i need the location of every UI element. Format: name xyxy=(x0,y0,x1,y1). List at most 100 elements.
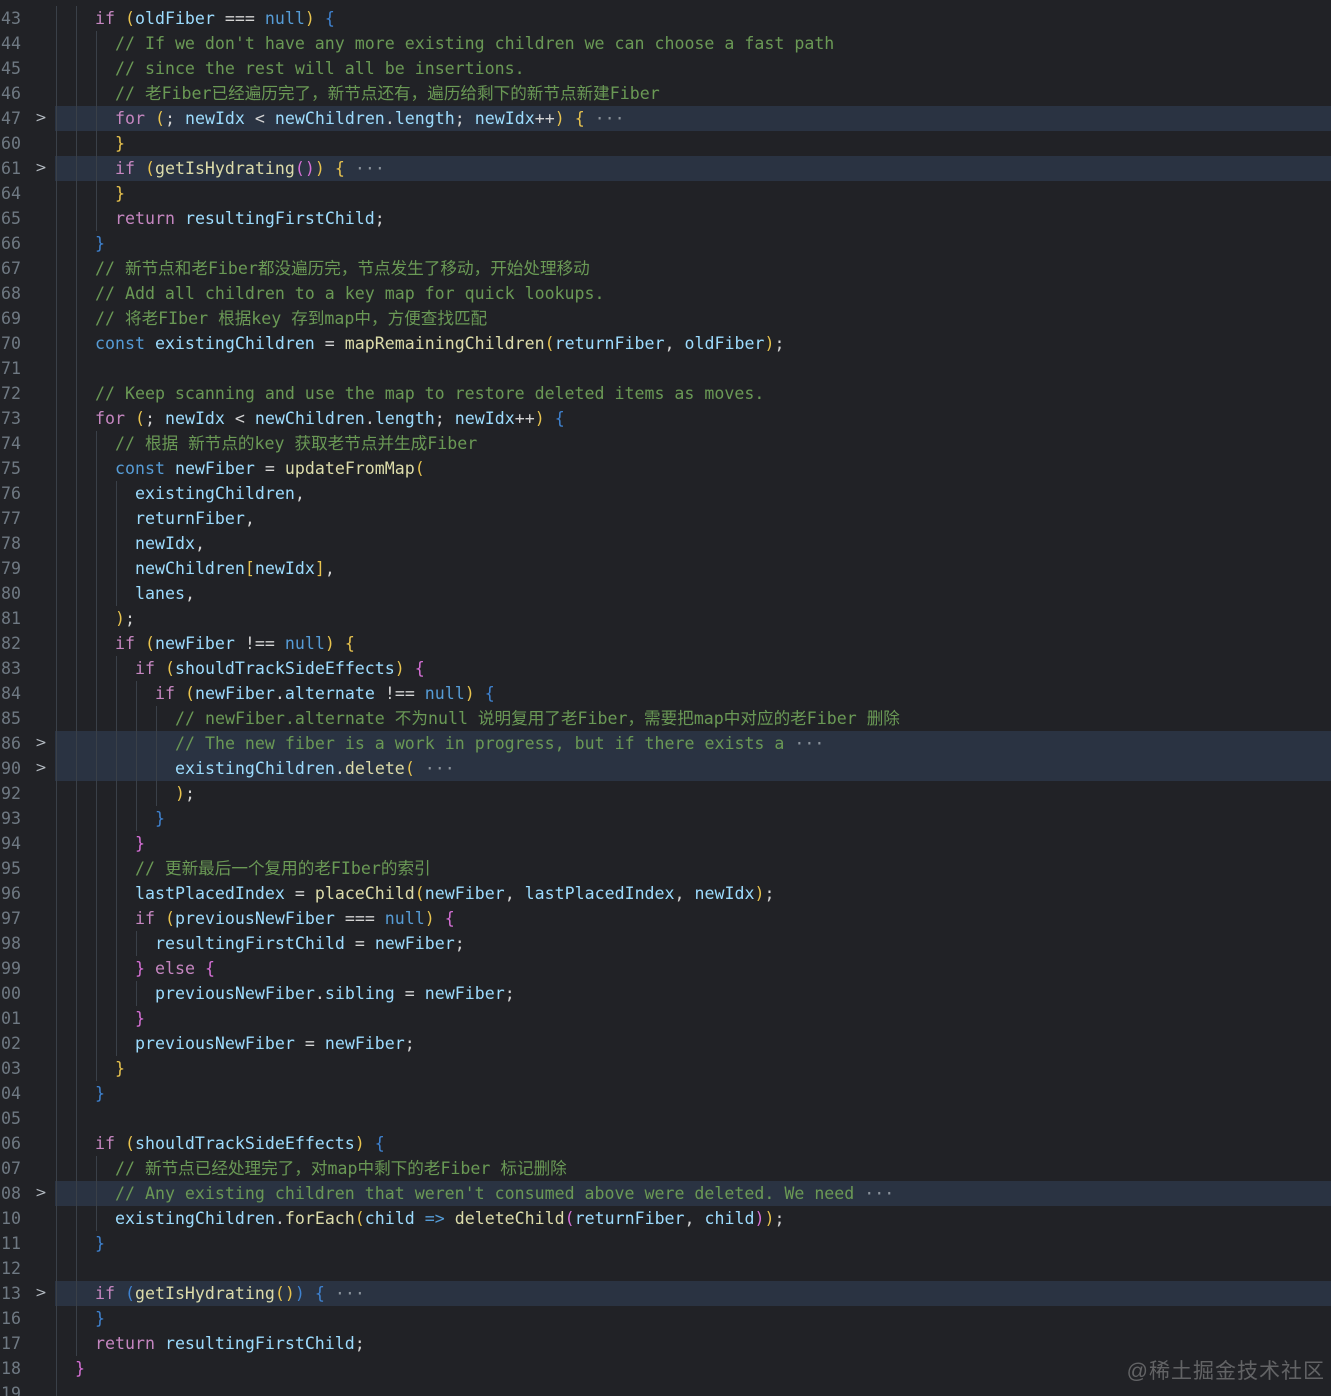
code-line[interactable]: 895 // 更新最后一个复用的老FIber的索引 xyxy=(0,856,1331,881)
code-line[interactable]: 875 const newFiber = updateFromMap( xyxy=(0,456,1331,481)
fold-chevron-icon[interactable]: > xyxy=(30,731,52,756)
code-line-content[interactable]: if (getIsHydrating()) { ··· xyxy=(55,1281,1331,1306)
fold-chevron-icon[interactable]: > xyxy=(30,156,52,181)
code-line-content[interactable]: if (shouldTrackSideEffects) { xyxy=(55,1131,1331,1156)
code-line[interactable]: 864} xyxy=(0,181,1331,206)
code-line[interactable]: 913>if (getIsHydrating()) { ··· xyxy=(0,1281,1331,1306)
code-line[interactable]: 896 lastPlacedIndex = placeChild(newFiber… xyxy=(0,881,1331,906)
code-line-content[interactable]: returnFiber, xyxy=(55,506,1331,531)
code-line-content[interactable]: if (shouldTrackSideEffects) { xyxy=(55,656,1331,681)
code-line-content[interactable]: // 将老FIber 根据key 存到map中，方便查找匹配 xyxy=(55,306,1331,331)
code-line[interactable]: 874 // 根据 新节点的key 获取老节点并生成Fiber xyxy=(0,431,1331,456)
code-line[interactable]: 912 xyxy=(0,1256,1331,1281)
code-line[interactable]: 878 newIdx, xyxy=(0,531,1331,556)
code-line[interactable]: 903} xyxy=(0,1056,1331,1081)
code-line-content[interactable]: lastPlacedIndex = placeChild(newFiber, l… xyxy=(55,881,1331,906)
code-line-content[interactable]: previousNewFiber = newFiber; xyxy=(55,1031,1331,1056)
code-line[interactable]: 870 const existingChildren = mapRemaining… xyxy=(0,331,1331,356)
code-line[interactable]: 884 if (newFiber.alternate !== null) { xyxy=(0,681,1331,706)
code-line-content[interactable]: } xyxy=(55,1056,1331,1081)
code-line[interactable]: 861>if (getIsHydrating()) { ··· xyxy=(0,156,1331,181)
code-line-content[interactable]: newChildren[newIdx], xyxy=(55,556,1331,581)
code-line[interactable]: 890>existingChildren.delete( ··· xyxy=(0,756,1331,781)
code-line-content[interactable]: resultingFirstChild = newFiber; xyxy=(55,931,1331,956)
code-line-content[interactable]: } xyxy=(55,181,1331,206)
code-line[interactable]: 846 // 老Fiber已经遍历完了，新节点还有，遍历给剩下的新节点新建Fibe… xyxy=(0,81,1331,106)
code-line-content[interactable]: } xyxy=(55,831,1331,856)
code-line-content[interactable]: // newFiber.alternate 不为null 说明复用了老Fiber… xyxy=(55,706,1331,731)
code-line-content[interactable]: return resultingFirstChild; xyxy=(55,1331,1331,1356)
code-line[interactable]: 868 // Add all children to a key map for … xyxy=(0,281,1331,306)
code-line[interactable]: 892); xyxy=(0,781,1331,806)
code-line-content[interactable]: newIdx, xyxy=(55,531,1331,556)
code-line-content[interactable]: if (getIsHydrating()) { ··· xyxy=(55,156,1331,181)
code-line[interactable]: 844 // If we don't have any more existing… xyxy=(0,31,1331,56)
code-line-content[interactable]: const existingChildren = mapRemainingChi… xyxy=(55,331,1331,356)
code-line[interactable]: 871 xyxy=(0,356,1331,381)
code-line[interactable]: 910existingChildren.forEach(child => del… xyxy=(0,1206,1331,1231)
fold-chevron-icon[interactable]: > xyxy=(30,1181,52,1206)
code-line[interactable]: 872 // Keep scanning and use the map to r… xyxy=(0,381,1331,406)
code-line-content[interactable]: // Any existing children that weren't co… xyxy=(55,1181,1331,1206)
code-line-content[interactable]: } xyxy=(55,806,1331,831)
code-line[interactable]: 869 // 将老FIber 根据key 存到map中，方便查找匹配 xyxy=(0,306,1331,331)
code-line[interactable]: 904} xyxy=(0,1081,1331,1106)
code-line-content[interactable]: // 新节点已经处理完了，对map中剩下的老Fiber 标记删除 xyxy=(55,1156,1331,1181)
code-line[interactable]: 898 resultingFirstChild = newFiber; xyxy=(0,931,1331,956)
code-line[interactable]: 845 // since the rest will all be inserti… xyxy=(0,56,1331,81)
code-line-content[interactable]: ); xyxy=(55,606,1331,631)
code-line-content[interactable]: existingChildren.delete( ··· xyxy=(55,756,1331,781)
code-line-content[interactable]: ); xyxy=(55,781,1331,806)
code-line[interactable]: 860} xyxy=(0,131,1331,156)
code-line-content[interactable]: lanes, xyxy=(55,581,1331,606)
code-line[interactable]: 902 previousNewFiber = newFiber; xyxy=(0,1031,1331,1056)
code-line-content[interactable]: // 老Fiber已经遍历完了，新节点还有，遍历给剩下的新节点新建Fiber xyxy=(55,81,1331,106)
code-line[interactable]: 916} xyxy=(0,1306,1331,1331)
code-line[interactable]: 917 return resultingFirstChild; xyxy=(0,1331,1331,1356)
code-line-content[interactable]: } xyxy=(55,1081,1331,1106)
code-line[interactable]: 906 if (shouldTrackSideEffects) { xyxy=(0,1131,1331,1156)
code-line[interactable]: 911} xyxy=(0,1231,1331,1256)
code-line[interactable]: 905 xyxy=(0,1106,1331,1131)
code-line-content[interactable]: } xyxy=(55,1306,1331,1331)
code-line-content[interactable]: // Keep scanning and use the map to rest… xyxy=(55,381,1331,406)
code-line-content[interactable]: existingChildren.forEach(child => delete… xyxy=(55,1206,1331,1231)
code-line-content[interactable]: previousNewFiber.sibling = newFiber; xyxy=(55,981,1331,1006)
code-line-content[interactable]: } xyxy=(55,1006,1331,1031)
code-line[interactable]: 847 >for (; newIdx < newChildren.length; … xyxy=(0,106,1331,131)
code-line[interactable]: 882 if (newFiber !== null) { xyxy=(0,631,1331,656)
code-line-content[interactable]: return resultingFirstChild; xyxy=(55,206,1331,231)
code-line[interactable]: 873 for (; newIdx < newChildren.length; n… xyxy=(0,406,1331,431)
code-line-content[interactable]: existingChildren, xyxy=(55,481,1331,506)
code-line[interactable]: 885 // newFiber.alternate 不为null 说明复用了老Fi… xyxy=(0,706,1331,731)
code-line[interactable]: 907 // 新节点已经处理完了，对map中剩下的老Fiber 标记删除 xyxy=(0,1156,1331,1181)
code-line[interactable]: 865 return resultingFirstChild; xyxy=(0,206,1331,231)
code-line-content[interactable]: // since the rest will all be insertions… xyxy=(55,56,1331,81)
code-line-content[interactable]: for (; newIdx < newChildren.length; newI… xyxy=(55,406,1331,431)
code-line-content[interactable]: // 根据 新节点的key 获取老节点并生成Fiber xyxy=(55,431,1331,456)
code-line[interactable]: 908 > // Any existing children that weren'… xyxy=(0,1181,1331,1206)
code-line-content[interactable]: for (; newIdx < newChildren.length; newI… xyxy=(55,106,1331,131)
code-line[interactable]: 879 newChildren[newIdx], xyxy=(0,556,1331,581)
code-line[interactable]: 900 previousNewFiber.sibling = newFiber; xyxy=(0,981,1331,1006)
code-line-content[interactable] xyxy=(55,356,1331,381)
code-line-content[interactable]: const newFiber = updateFromMap( xyxy=(55,456,1331,481)
fold-chevron-icon[interactable]: > xyxy=(30,756,52,781)
code-line-content[interactable]: // 新节点和老Fiber都没遍历完，节点发生了移动，开始处理移动 xyxy=(55,256,1331,281)
fold-chevron-icon[interactable]: > xyxy=(30,1281,52,1306)
code-line[interactable]: 901} xyxy=(0,1006,1331,1031)
code-line-content[interactable]: if (newFiber.alternate !== null) { xyxy=(55,681,1331,706)
code-line[interactable]: 883 if (shouldTrackSideEffects) { xyxy=(0,656,1331,681)
code-line-content[interactable]: // 更新最后一个复用的老FIber的索引 xyxy=(55,856,1331,881)
fold-chevron-icon[interactable]: > xyxy=(30,106,52,131)
code-line-content[interactable]: } else { xyxy=(55,956,1331,981)
code-line[interactable]: 867 // 新节点和老Fiber都没遍历完，节点发生了移动，开始处理移动 xyxy=(0,256,1331,281)
code-line[interactable]: 899} else { xyxy=(0,956,1331,981)
code-line[interactable]: 880 lanes, xyxy=(0,581,1331,606)
code-line-content[interactable]: } xyxy=(55,131,1331,156)
code-line[interactable]: 876 existingChildren, xyxy=(0,481,1331,506)
code-line[interactable]: 894} xyxy=(0,831,1331,856)
code-line-content[interactable]: if (oldFiber === null) { xyxy=(55,6,1331,31)
code-line[interactable]: 843 if (oldFiber === null) { xyxy=(0,6,1331,31)
code-line-content[interactable] xyxy=(55,1106,1331,1131)
